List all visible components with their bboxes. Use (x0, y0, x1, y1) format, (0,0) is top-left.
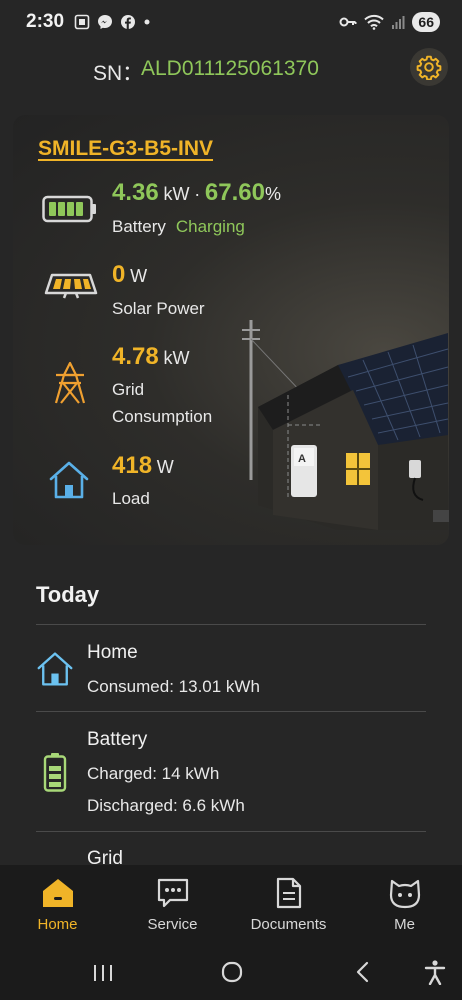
solar-power-value: 0 (112, 261, 126, 288)
status-bar: 2:30 66 (0, 0, 462, 44)
home-icon (42, 879, 73, 907)
battery-vertical-icon (43, 753, 67, 792)
cat-face-icon (389, 879, 420, 909)
sn-label: SN： (93, 62, 144, 85)
grid-power-unit: kW (163, 348, 190, 368)
messenger-icon (98, 15, 113, 29)
power-tower-icon (54, 361, 86, 404)
solar-power-line: 0 W (112, 261, 147, 289)
battery-soc-unit: % (264, 184, 281, 204)
battery-level-badge: 66 (412, 12, 440, 32)
today-battery-charged: Charged: 14 kWh (87, 764, 220, 783)
status-time: 2:30 (26, 11, 65, 32)
grid-label-line1: Grid (112, 380, 145, 399)
nav-home[interactable]: Home (0, 865, 115, 945)
battery-power-line: 4.36 kW · 67.60% (112, 179, 281, 207)
nav-documents-label: Documents (250, 916, 327, 933)
settings-button[interactable] (410, 48, 448, 86)
house-solar-illustration: A (242, 320, 449, 530)
nav-me-label: Me (394, 916, 415, 933)
nav-me[interactable]: Me (347, 865, 462, 945)
document-icon (276, 877, 301, 909)
key-icon (339, 17, 357, 27)
nav-home-label: Home (37, 916, 78, 933)
battery-label: Battery (112, 217, 166, 236)
back-icon[interactable] (354, 961, 370, 983)
chat-icon (157, 878, 188, 908)
battery-separator: · (194, 184, 201, 204)
solar-power-label: Solar Power (112, 299, 205, 318)
nav-service-label: Service (147, 916, 198, 933)
grid-power-value: 4.78 (112, 343, 159, 370)
battery-icon (42, 195, 96, 223)
home-button-icon[interactable] (221, 961, 243, 983)
today-home-title: Home (87, 642, 138, 663)
load-power-line: 418 W (112, 452, 174, 480)
battery-status: Charging (175, 217, 245, 236)
load-label: Load (112, 489, 150, 508)
today-section-title: Today (36, 582, 100, 607)
today-battery-title: Battery (87, 729, 148, 750)
divider (36, 831, 426, 832)
device-overview-card[interactable]: SMILE-G3-B5-INV A 4.36 kW · 67.60% Batte… (13, 115, 449, 545)
divider (36, 711, 426, 712)
load-power-unit: W (156, 457, 174, 477)
system-navigation-bar (0, 945, 462, 1000)
screenshot-icon (74, 14, 90, 30)
device-model-link[interactable]: SMILE-G3-B5-INV (38, 137, 213, 161)
recent-apps-icon[interactable] (92, 963, 114, 983)
divider (36, 624, 426, 625)
signal-icon (392, 16, 405, 29)
home-consumption-icon (37, 652, 73, 686)
gear-icon (416, 55, 442, 80)
nav-documents[interactable]: Documents (231, 865, 346, 945)
svg-text:A: A (298, 453, 306, 465)
nav-service[interactable]: Service (115, 865, 230, 945)
battery-label-line: Battery Charging (112, 217, 245, 237)
grid-label-line2: Consumption (112, 407, 213, 426)
bottom-navigation: Home Service Documents Me (0, 865, 462, 945)
dot-icon (144, 19, 150, 25)
battery-power-value: 4.36 (112, 179, 159, 206)
sn-value: ALD011125061370 (141, 57, 319, 80)
serial-number-row: SN： ALD011125061370 (0, 52, 462, 86)
facebook-icon (121, 15, 136, 29)
solar-panel-icon (44, 273, 98, 299)
wifi-icon (364, 14, 385, 30)
today-home-consumed: Consumed: 13.01 kWh (87, 677, 260, 696)
battery-soc-value: 67.60 (204, 179, 265, 206)
solar-power-unit: W (130, 266, 148, 286)
battery-power-unit: kW (163, 184, 190, 204)
accessibility-icon[interactable] (424, 959, 446, 985)
load-power-value: 418 (112, 452, 153, 479)
today-battery-discharged: Discharged: 6.6 kWh (87, 796, 245, 815)
grid-power-line: 4.78 kW (112, 343, 189, 371)
home-icon (49, 461, 89, 499)
